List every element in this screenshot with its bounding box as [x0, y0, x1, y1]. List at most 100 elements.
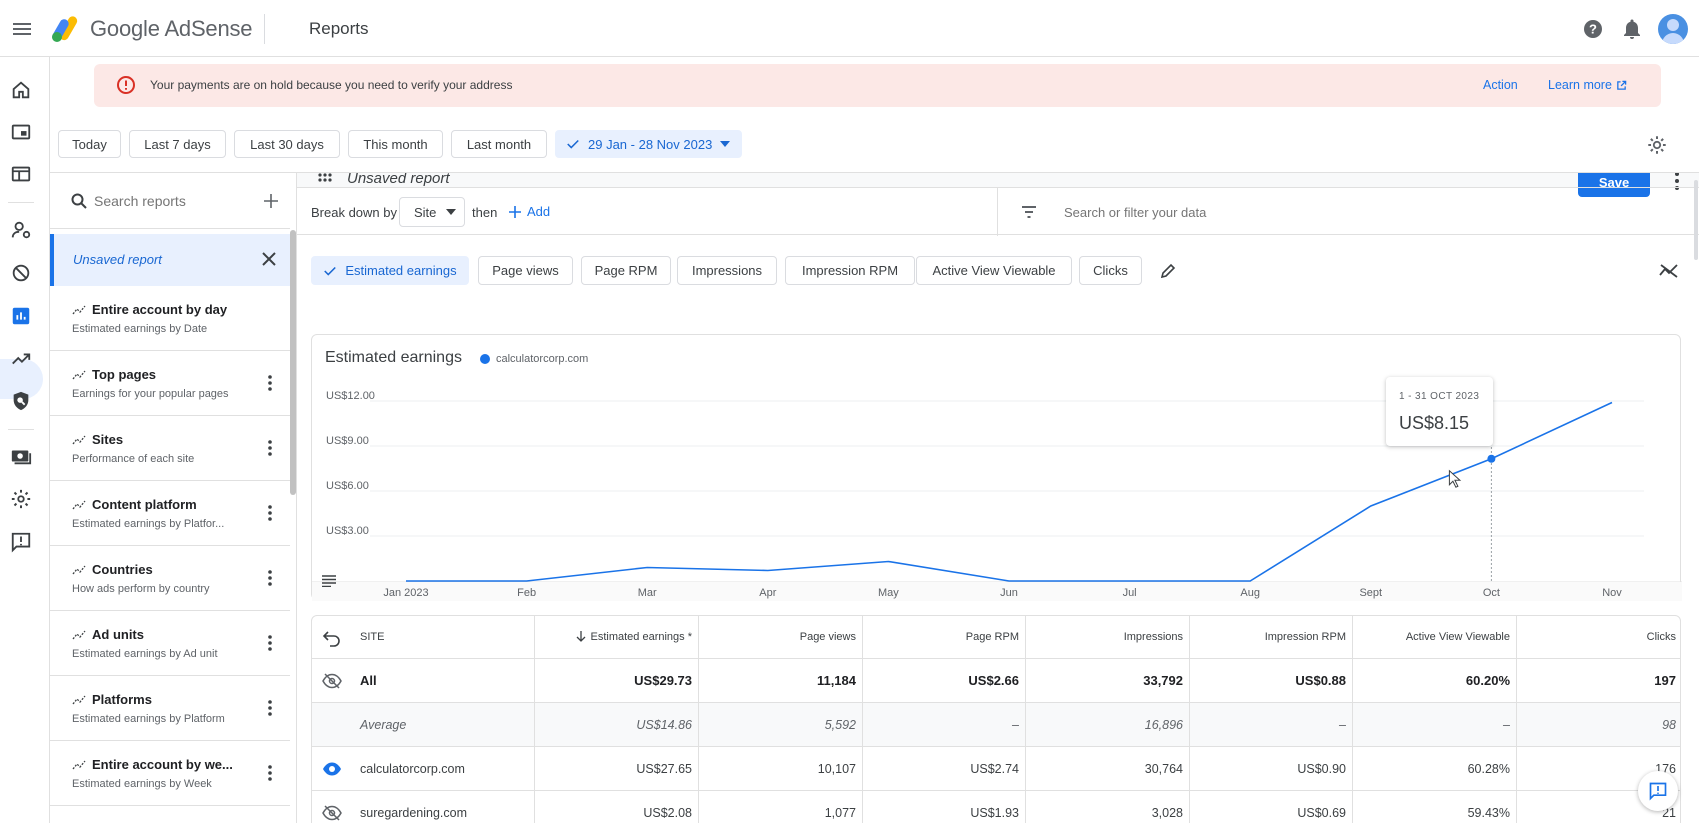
table-cell: 1,077 [698, 791, 862, 823]
metric-chip-page-rpm[interactable]: Page RPM [581, 256, 671, 285]
hamburger-menu-icon[interactable] [10, 17, 34, 41]
learn-more-link[interactable]: Learn more [1548, 78, 1627, 92]
table-cell: suregardening.com [360, 805, 468, 820]
more-vert-icon[interactable] [262, 699, 278, 717]
feedback-icon[interactable] [10, 531, 32, 553]
table-cell: US$2.08 [534, 791, 698, 823]
earnings-chart: Estimated earnings calculatorcorp.com US… [311, 334, 1682, 601]
more-vert-icon[interactable] [262, 504, 278, 522]
drag-grid-icon[interactable] [317, 173, 333, 185]
sites-icon[interactable] [10, 163, 32, 185]
report-list-item[interactable]: Sites Performance of each site [50, 416, 290, 481]
visibility-icon[interactable] [322, 760, 342, 778]
visibility-off-icon[interactable] [322, 672, 342, 690]
table-cell: 5,592 [698, 703, 862, 746]
bell-icon[interactable] [1620, 17, 1644, 41]
metric-chip-impression-rpm[interactable]: Impression RPM [785, 256, 915, 285]
report-header: Unsaved report [297, 173, 1699, 187]
date-chip-this-month[interactable]: This month [348, 130, 443, 158]
metric-chip-clicks[interactable]: Clicks [1079, 256, 1142, 285]
account-avatar[interactable] [1658, 14, 1688, 44]
visibility-off-icon[interactable] [322, 804, 342, 822]
adsense-logo[interactable] [50, 14, 82, 44]
brand-google: Google [90, 16, 160, 41]
more-vert-icon[interactable] [262, 374, 278, 392]
settings-icon[interactable] [10, 488, 32, 510]
col-header-page-views[interactable]: Page views [698, 616, 862, 658]
optimization-icon[interactable] [10, 348, 32, 370]
metric-chip-estimated-earnings[interactable]: Estimated earnings [311, 256, 469, 285]
external-link-icon [1617, 80, 1627, 90]
table-row-average[interactable]: Average US$14.86 5,592–16,896– –98 [312, 703, 1680, 747]
reports-icon[interactable] [10, 305, 32, 327]
chart-toggle-icon[interactable] [1659, 263, 1679, 279]
close-icon[interactable] [260, 250, 278, 268]
report-list-item[interactable]: Entire account by day Estimated earnings … [50, 286, 290, 351]
learn-more-label: Learn more [1548, 78, 1612, 92]
plus-icon [509, 205, 521, 218]
blocking-controls-icon[interactable] [10, 262, 32, 284]
table-row[interactable]: calculatorcorp.com US$27.65 10,107 US$2.74 3… [312, 747, 1680, 791]
date-chip-today[interactable]: Today [58, 130, 121, 158]
table-cell: 11,184 [698, 659, 862, 702]
table-row-all[interactable]: All US$29.73 11,184 US$2.66 33,792 US$0.88 60.… [312, 659, 1680, 703]
ads-icon[interactable] [10, 121, 32, 143]
reports-sidebar: Unsaved report Entire account by day Esti… [50, 173, 297, 823]
col-header-page-rpm[interactable]: Page RPM [862, 616, 1025, 658]
date-chip-last-month[interactable]: Last month [451, 130, 547, 158]
scrollbar[interactable] [1694, 180, 1698, 260]
home-icon[interactable] [10, 79, 32, 101]
filter-input[interactable] [1064, 205, 1464, 220]
unsaved-report-item[interactable]: Unsaved report [50, 234, 290, 286]
col-header-impression-rpm[interactable]: Impression RPM [1189, 616, 1352, 658]
more-vert-icon[interactable] [262, 634, 278, 652]
metric-chips: Estimated earnings Page views Page RPM I… [297, 235, 1699, 307]
report-item-title: Ad units [92, 627, 144, 642]
date-chip-last-7-days[interactable]: Last 7 days [129, 130, 226, 158]
report-table: SITE Estimated earnings * Page views Pag… [311, 615, 1681, 823]
add-report-icon[interactable] [262, 192, 280, 210]
col-header-impressions[interactable]: Impressions [1025, 616, 1189, 658]
policy-center-icon[interactable] [10, 390, 32, 412]
more-vert-icon[interactable] [262, 569, 278, 587]
line-chart[interactable]: US$3.00 US$6.00 US$9.00 US$12.00 Jan 2023 Feb… [312, 335, 1682, 601]
report-list-item[interactable]: Platforms Estimated earnings by Platform [50, 676, 290, 741]
chart-menu-icon[interactable] [322, 575, 336, 587]
more-vert-icon[interactable] [262, 764, 278, 782]
filter-icon[interactable] [1019, 202, 1039, 222]
breakdown-select[interactable]: Site [399, 197, 465, 227]
report-list-item[interactable]: Entire account by we... Estimated earning… [50, 741, 290, 806]
col-header-active-view-viewable[interactable]: Active View Viewable [1352, 616, 1516, 658]
date-chip-last-30-days[interactable]: Last 30 days [234, 130, 340, 158]
search-reports-input[interactable] [94, 193, 244, 209]
report-list-item[interactable]: Content platform Estimated earnings by Pl… [50, 481, 290, 546]
report-title[interactable]: Unsaved report [347, 173, 450, 187]
privacy-messaging-icon[interactable] [10, 219, 32, 241]
payments-icon[interactable] [10, 445, 32, 467]
date-range-picker[interactable]: 29 Jan - 28 Nov 2023 [555, 130, 742, 158]
help-icon[interactable]: ? [1581, 17, 1605, 41]
table-row[interactable]: suregardening.com US$2.08 1,077 US$1.93 3,02… [312, 791, 1680, 823]
col-header-estimated-earnings[interactable]: Estimated earnings * [534, 616, 698, 658]
table-cell: – [1189, 703, 1352, 746]
report-item-title: Countries [92, 562, 153, 577]
report-list-item[interactable]: Ad units Estimated earnings by Ad unit [50, 611, 290, 676]
edit-pencil-icon[interactable] [1159, 262, 1177, 280]
metric-chip-page-views[interactable]: Page views [478, 256, 573, 285]
col-header-clicks[interactable]: Clicks [1516, 616, 1680, 658]
add-breakdown-button[interactable]: Add [509, 204, 550, 219]
alert-action-link[interactable]: Action [1483, 78, 1518, 92]
scrollbar[interactable] [290, 230, 296, 495]
feedback-fab[interactable] [1638, 771, 1678, 811]
col-header-site[interactable]: SITE [360, 616, 520, 658]
y-tick-label: US$12.00 [326, 390, 375, 402]
report-list-item[interactable]: Countries How ads perform by country [50, 546, 290, 611]
more-vert-icon[interactable] [262, 439, 278, 457]
report-list-item[interactable]: Top pages Earnings for your popular pages [50, 351, 290, 416]
report-settings-gear-icon[interactable] [1646, 134, 1668, 156]
page-title: Reports [309, 19, 369, 38]
metric-chip-active-view-viewable[interactable]: Active View Viewable [916, 256, 1072, 285]
metric-chip-impressions[interactable]: Impressions [677, 256, 777, 285]
table-cell: US$0.88 [1189, 659, 1352, 702]
undo-icon[interactable] [322, 629, 342, 647]
